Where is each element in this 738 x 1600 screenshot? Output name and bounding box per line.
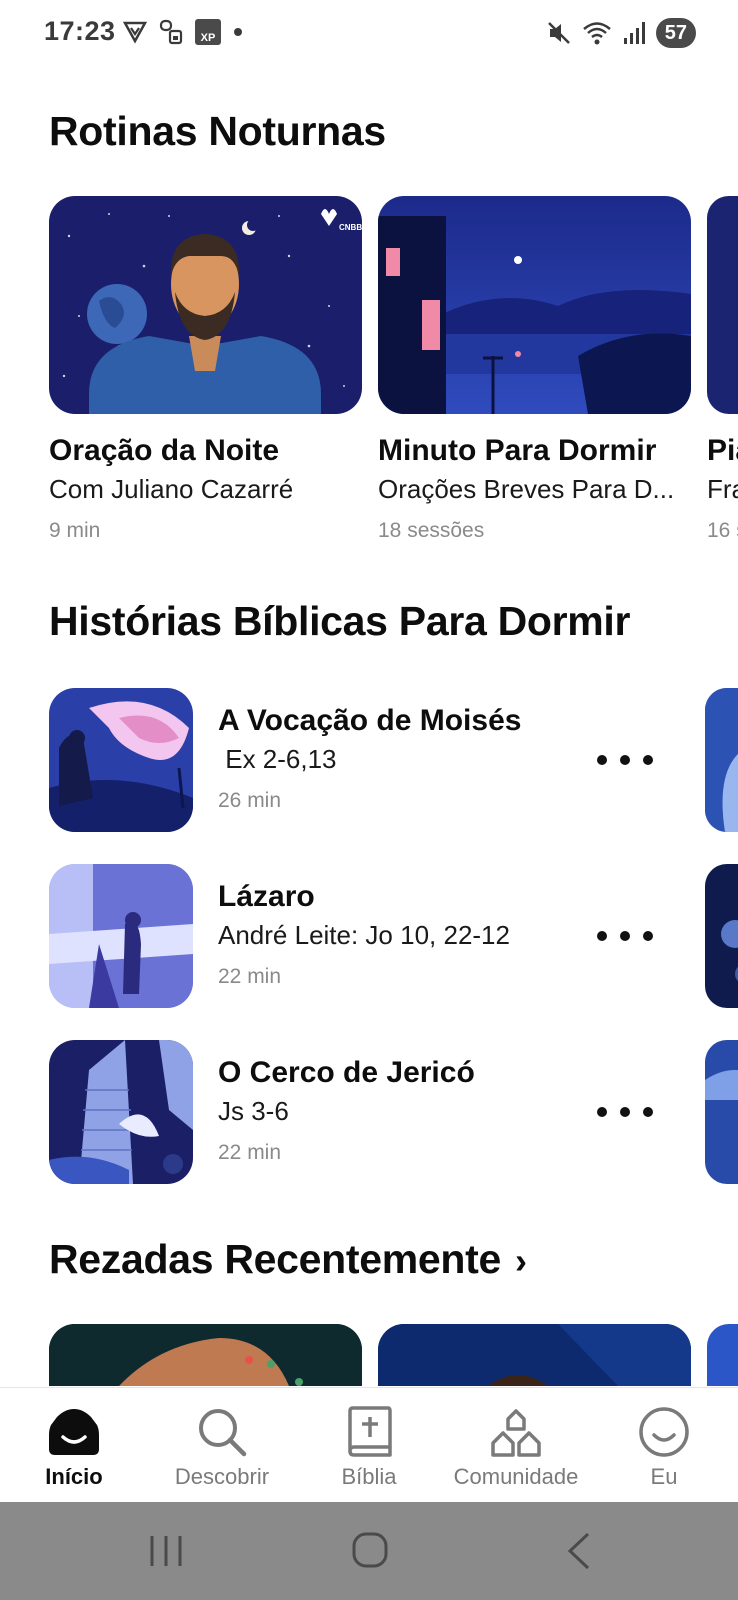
recents-button[interactable] <box>136 1528 196 1574</box>
wifi-icon <box>582 22 611 45</box>
section-title-recent[interactable]: Rezadas Recentemente › <box>49 1236 527 1283</box>
search-icon <box>199 1409 247 1457</box>
more-options-button[interactable] <box>595 742 655 778</box>
story-title: O Cerco de Jericó <box>218 1056 475 1089</box>
story-title: A Vocação de Moisés <box>218 704 522 737</box>
battery-level: 57 <box>655 18 696 48</box>
routine-card-minuto-para-dormir[interactable]: Minuto Para Dormir Orações Breves Para D… <box>378 196 691 543</box>
nav-label: Comunidade <box>453 1464 579 1489</box>
profile-icon <box>639 1407 689 1457</box>
back-icon <box>567 1532 590 1570</box>
routine-card-title: Pia <box>707 434 738 467</box>
nav-label: Bíblia <box>341 1464 397 1489</box>
status-system-icons: 57 <box>546 18 696 48</box>
section-title-bible-stories: Histórias Bíblicas Para Dormir <box>49 598 631 644</box>
story-text: Lázaro André Leite: Jo 10, 22-12 22 min <box>218 880 510 989</box>
svg-text:CNBB: CNBB <box>339 223 362 232</box>
story-item-vocacao-de-moises[interactable]: A Vocação de Moisés Ex 2-6,13 26 min <box>49 688 738 832</box>
status-bar: 17:23 XP 57 <box>0 0 738 66</box>
story-subtitle: Js 3-6 <box>218 1096 289 1126</box>
story-duration: 22 min <box>218 965 282 988</box>
bible-icon <box>348 1406 392 1457</box>
mute-icon <box>547 22 570 44</box>
routine-card-meta: 9 min <box>49 519 101 542</box>
status-time: 17:23 <box>44 16 116 46</box>
routine-card-subtitle: Orações Breves Para D... <box>378 474 675 504</box>
routine-card-image: CNBB <box>49 196 362 414</box>
story-subtitle: Ex 2-6,13 <box>218 744 337 774</box>
routine-card-subtitle: Fra <box>707 474 738 504</box>
nav-label: Descobrir <box>174 1464 270 1489</box>
routine-card-oracao-da-noite[interactable]: CNBB Oração da Noite Com Juliano Cazarré… <box>49 196 362 543</box>
system-navigation-bar <box>0 1502 738 1600</box>
bottom-navigation: Início Descobrir Bíblia Comunidade Eu <box>0 1387 738 1502</box>
story-subtitle: André Leite: Jo 10, 22-12 <box>218 920 510 950</box>
story-thumbnail <box>49 688 193 832</box>
routine-card-subtitle: Com Juliano Cazarré <box>49 474 294 504</box>
nav-item-inicio[interactable]: Início <box>4 1388 144 1503</box>
recent-card-3-partial[interactable] <box>707 1324 738 1386</box>
home-button[interactable] <box>340 1528 400 1574</box>
xp-app-icon: XP <box>195 19 221 45</box>
more-options-button[interactable] <box>595 918 655 954</box>
signal-icon <box>623 22 645 44</box>
routine-card-image <box>378 196 691 414</box>
story-duration: 26 min <box>218 789 282 812</box>
back-button[interactable] <box>548 1528 608 1574</box>
home-circle-icon <box>352 1532 388 1568</box>
nav-label: Eu <box>650 1464 678 1489</box>
nav-item-biblia[interactable]: Bíblia <box>299 1388 439 1503</box>
routine-card-partial[interactable]: Pia Fra 16 s <box>707 196 738 543</box>
vpn-icon <box>122 21 148 44</box>
story-thumbnail <box>49 1040 193 1184</box>
routine-card-meta: 18 sessões <box>378 519 485 542</box>
more-options-button[interactable] <box>595 1094 655 1130</box>
nav-item-eu[interactable]: Eu <box>594 1388 734 1503</box>
svg-text:XP: XP <box>201 32 216 44</box>
chevron-right-icon: › <box>515 1240 527 1281</box>
story-peek-image <box>705 688 738 832</box>
story-duration: 22 min <box>218 1141 282 1164</box>
status-notification-icons: XP <box>122 18 244 46</box>
story-item-cerco-de-jerico[interactable]: O Cerco de Jericó Js 3-6 22 min <box>49 1040 738 1184</box>
nav-item-comunidade[interactable]: Comunidade <box>446 1388 586 1503</box>
story-peek-image <box>705 864 738 1008</box>
dot-icon <box>234 28 242 36</box>
story-title: Lázaro <box>218 880 315 913</box>
story-item-lazaro[interactable]: Lázaro André Leite: Jo 10, 22-12 22 min <box>49 864 738 1008</box>
routine-card-title: Minuto Para Dormir <box>378 434 657 467</box>
section-title-night-routines: Rotinas Noturnas <box>49 108 386 154</box>
nav-item-descobrir[interactable]: Descobrir <box>152 1388 292 1503</box>
story-text: A Vocação de Moisés Ex 2-6,13 26 min <box>218 704 521 813</box>
section-title-recent-label: Rezadas Recentemente <box>49 1236 502 1282</box>
community-icon <box>491 1409 541 1457</box>
recents-icon <box>150 1536 182 1566</box>
home-icon <box>49 1409 99 1455</box>
routine-card-meta: 16 s <box>707 519 738 542</box>
nav-label: Início <box>45 1464 103 1489</box>
recent-card-1[interactable] <box>49 1324 362 1386</box>
routine-card-image <box>707 196 738 414</box>
routine-card-title: Oração da Noite <box>49 434 280 467</box>
story-peek-image <box>705 1040 738 1184</box>
story-thumbnail <box>49 864 193 1008</box>
story-text: O Cerco de Jericó Js 3-6 22 min <box>218 1056 475 1165</box>
recent-card-2[interactable] <box>378 1324 691 1386</box>
sim-icon <box>159 19 183 45</box>
